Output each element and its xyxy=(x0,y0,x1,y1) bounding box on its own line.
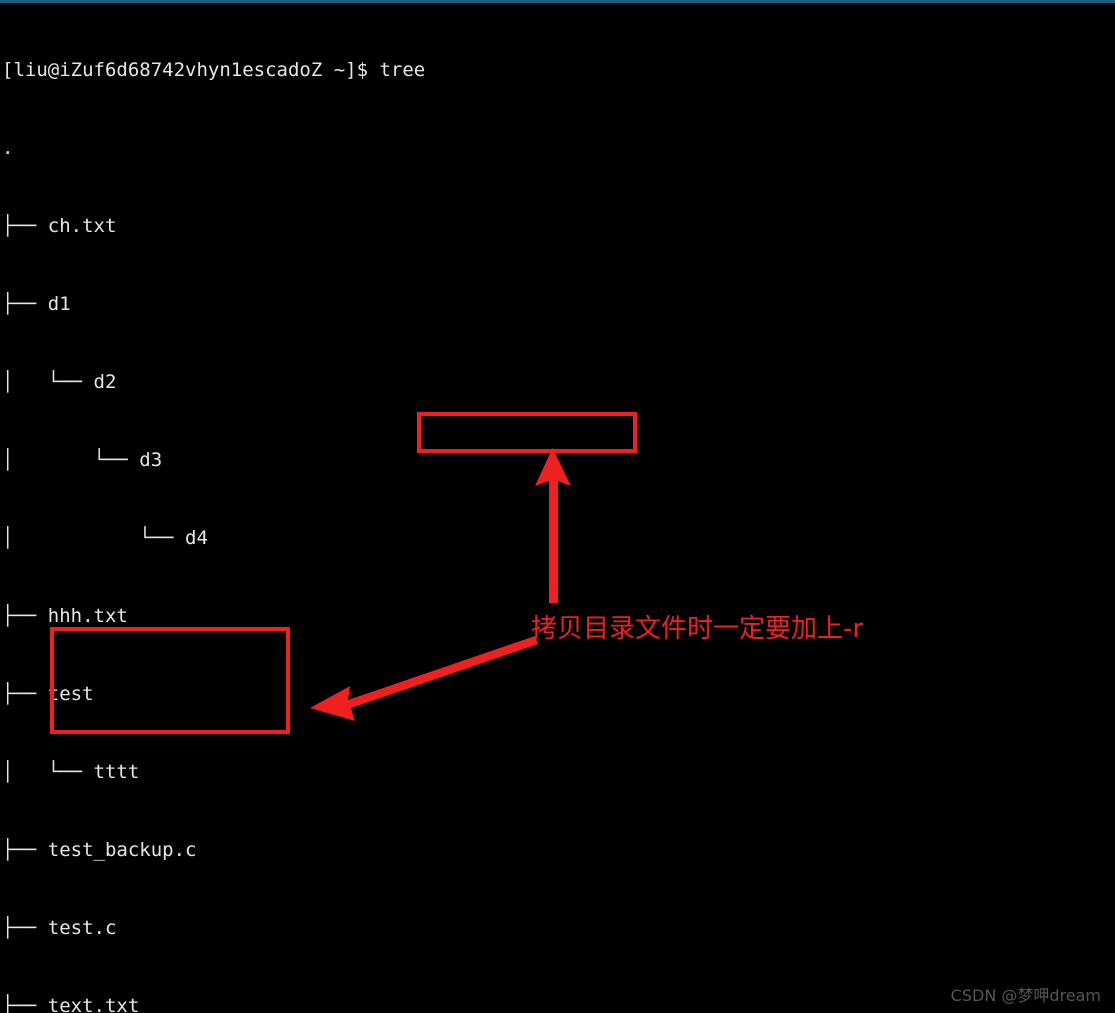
terminal-screenshot: [liu@iZuf6d68742vhyn1escadoZ ~]$ tree . … xyxy=(0,0,1115,1013)
window-top-border xyxy=(0,0,1115,3)
terminal-line: │ └── tttt xyxy=(2,761,140,783)
terminal-line: ├── d1 xyxy=(2,293,71,315)
terminal-line: ├── test_backup.c xyxy=(2,839,197,861)
terminal-line: ├── test.c xyxy=(2,917,117,939)
terminal-output[interactable]: [liu@iZuf6d68742vhyn1escadoZ ~]$ tree . … xyxy=(0,5,1115,1013)
terminal-line: . xyxy=(2,137,14,159)
annotation-note: 拷贝目录文件时一定要加上-r xyxy=(531,614,864,644)
terminal-line: │ └── d2 xyxy=(2,371,117,393)
terminal-line: ├── text.txt xyxy=(2,995,140,1013)
terminal-line: │ └── d4 xyxy=(2,527,208,549)
csdn-watermark: CSDN @梦呷dream xyxy=(950,986,1101,1005)
terminal-line: [liu@iZuf6d68742vhyn1escadoZ ~]$ tree xyxy=(2,59,426,81)
terminal-line: ├── ch.txt xyxy=(2,215,117,237)
terminal-line: │ └── d3 xyxy=(2,449,163,471)
terminal-line: ├── test xyxy=(2,683,94,705)
